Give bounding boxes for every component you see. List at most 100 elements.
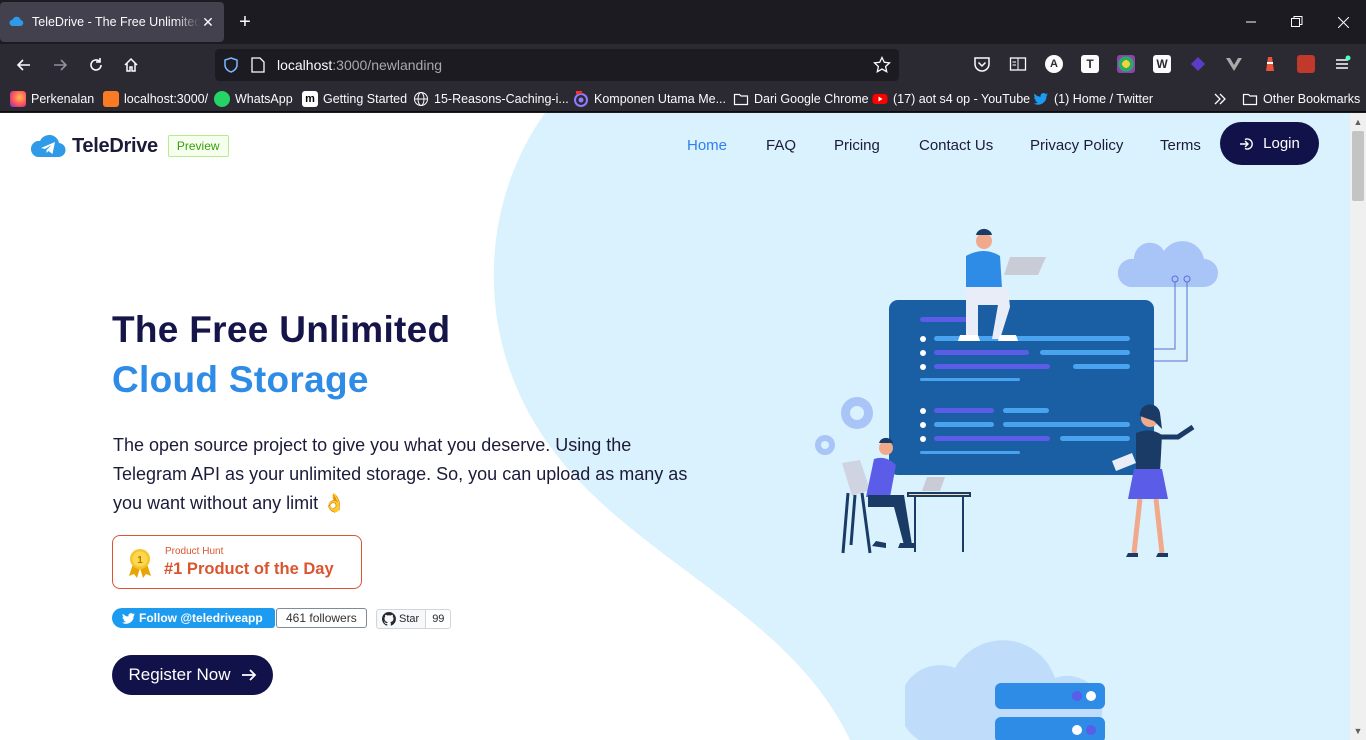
- nav-home[interactable]: Home: [687, 137, 727, 154]
- login-icon: [1240, 137, 1253, 150]
- bookmark-item[interactable]: (1) Home / Twitter: [1033, 90, 1153, 108]
- close-tab-icon[interactable]: ✕: [200, 14, 216, 31]
- reload-button[interactable]: [82, 52, 110, 78]
- github-star-widget[interactable]: Star 99: [376, 609, 452, 629]
- vertical-scrollbar[interactable]: ▲ ▼: [1350, 113, 1366, 740]
- preview-badge: Preview: [167, 135, 229, 157]
- url-text[interactable]: localhost:3000/newlanding: [277, 57, 442, 73]
- arrow-right-icon: [241, 669, 256, 681]
- bookmark-item[interactable]: 15-Reasons-Caching-i...: [413, 90, 569, 108]
- nav-contact[interactable]: Contact Us: [919, 137, 993, 154]
- nav-pricing[interactable]: Pricing: [834, 137, 880, 154]
- bookmark-label: localhost:3000/: [124, 92, 209, 106]
- bookmark-item[interactable]: m Getting Started: [302, 90, 407, 108]
- firefox-icon: [10, 91, 26, 107]
- folder-icon: [733, 93, 749, 106]
- bookmark-item[interactable]: (17) aot s4 op - YouTube: [872, 90, 1030, 108]
- minimize-button[interactable]: [1228, 0, 1274, 44]
- twitter-followers-count[interactable]: 461 followers: [276, 608, 367, 628]
- bookmark-label: Getting Started: [323, 92, 408, 106]
- forward-button[interactable]: [46, 52, 74, 78]
- account-icon[interactable]: A: [1045, 55, 1063, 73]
- xampp-icon: [103, 91, 119, 107]
- bookmark-folder[interactable]: Dari Google Chrome: [733, 90, 869, 108]
- bookmark-label: WhatsApp: [235, 92, 293, 106]
- bookmarks-overflow-icon[interactable]: [1212, 90, 1228, 108]
- bookmark-label: Dari Google Chrome: [754, 92, 869, 106]
- tab-title: TeleDrive - The Free Unlimited Cloud Sto…: [32, 15, 200, 29]
- login-button[interactable]: Login: [1220, 122, 1319, 165]
- producthunt-label: Product Hunt: [165, 546, 224, 557]
- new-tab-button[interactable]: +: [233, 10, 257, 34]
- menu-icon[interactable]: [1333, 55, 1351, 73]
- m-icon: m: [302, 91, 318, 107]
- bookmark-item[interactable]: Perkenalan: [10, 90, 94, 108]
- bookmark-item[interactable]: Komponen Utama Me...: [573, 90, 726, 108]
- telegram-cloud-logo-icon: [30, 134, 66, 158]
- medal-rank: 1: [137, 555, 143, 566]
- register-label: Register Now: [128, 665, 231, 684]
- other-bookmarks-folder[interactable]: Other Bookmarks: [1242, 90, 1360, 108]
- whatsapp-icon: [214, 91, 230, 107]
- nav-faq[interactable]: FAQ: [766, 137, 796, 154]
- close-window-button[interactable]: [1320, 0, 1366, 44]
- page-icon: [251, 57, 265, 73]
- scrollbar-thumb[interactable]: [1352, 131, 1364, 201]
- hero-title-line2: Cloud Storage: [112, 359, 369, 400]
- folder-icon: [1242, 93, 1258, 106]
- bookmark-label: (1) Home / Twitter: [1054, 92, 1154, 106]
- pocket-icon[interactable]: [973, 55, 991, 73]
- reader-view-icon[interactable]: [1009, 55, 1027, 73]
- scroll-down-icon[interactable]: ▼: [1350, 724, 1366, 738]
- diamond-extension-icon[interactable]: [1189, 55, 1207, 73]
- cloud-storage-illustration: [815, 228, 1218, 557]
- restore-button[interactable]: [1274, 0, 1320, 44]
- page-viewport: TeleDrive Preview Home FAQ Pricing Conta…: [0, 113, 1350, 740]
- target-icon: [574, 91, 588, 107]
- github-star-button[interactable]: Star: [376, 609, 427, 629]
- w-extension-icon[interactable]: W: [1153, 55, 1171, 73]
- address-bar[interactable]: localhost:3000/newlanding: [215, 49, 899, 81]
- scroll-up-icon[interactable]: ▲: [1350, 115, 1366, 129]
- cloud-favicon-icon: [9, 16, 24, 27]
- twitter-bird-icon: [122, 612, 135, 624]
- vue-devtools-icon[interactable]: [1225, 55, 1243, 73]
- bookmark-label: Komponen Utama Me...: [594, 92, 727, 106]
- twitter-follow-button[interactable]: Follow @teledriveapp: [112, 608, 275, 628]
- bookmark-label: (17) aot s4 op - YouTube: [893, 92, 1031, 106]
- lighthouse-icon[interactable]: [1261, 55, 1279, 73]
- extension-red-icon[interactable]: [1297, 55, 1315, 73]
- producthunt-badge[interactable]: 1 Product Hunt #1 Product of the Day: [112, 535, 362, 589]
- bookmark-item[interactable]: WhatsApp: [214, 90, 293, 108]
- register-button[interactable]: Register Now: [112, 655, 273, 695]
- gear-icon: [815, 397, 873, 455]
- brand-name: TeleDrive: [72, 134, 158, 157]
- bookmark-label: Other Bookmarks: [1263, 92, 1361, 106]
- nav-privacy[interactable]: Privacy Policy: [1030, 137, 1123, 154]
- text-extension-icon[interactable]: T: [1081, 55, 1099, 73]
- globe-icon: [414, 92, 428, 106]
- tab-strip: TeleDrive - The Free Unlimited Cloud Sto…: [0, 0, 1366, 44]
- twitter-icon: [1033, 93, 1048, 105]
- server-cloud-illustration: [905, 640, 1105, 740]
- github-icon: [382, 612, 396, 626]
- browser-tab[interactable]: TeleDrive - The Free Unlimited Cloud Sto…: [0, 2, 224, 42]
- youtube-icon: [872, 94, 888, 104]
- color-extension-icon[interactable]: [1117, 55, 1135, 73]
- bookmark-label: Perkenalan: [31, 92, 95, 106]
- url-path: :3000/newlanding: [332, 57, 443, 73]
- hero-title-line1: The Free Unlimited: [112, 309, 451, 350]
- github-star-count[interactable]: 99: [426, 609, 452, 629]
- github-star-label: Star: [399, 613, 420, 625]
- producthunt-title: #1 Product of the Day: [164, 560, 334, 578]
- twitter-follow-label: Follow @teledriveapp: [139, 611, 263, 625]
- bookmark-star-icon[interactable]: [873, 56, 891, 74]
- bookmark-item[interactable]: localhost:3000/: [103, 90, 208, 108]
- shield-icon[interactable]: [223, 57, 239, 73]
- back-button[interactable]: [10, 52, 38, 78]
- medal-icon: 1: [129, 549, 151, 578]
- home-button[interactable]: [117, 52, 145, 78]
- nav-terms[interactable]: Terms: [1160, 137, 1201, 154]
- brand[interactable]: TeleDrive Preview: [30, 133, 229, 159]
- bookmark-label: 15-Reasons-Caching-i...: [434, 92, 569, 106]
